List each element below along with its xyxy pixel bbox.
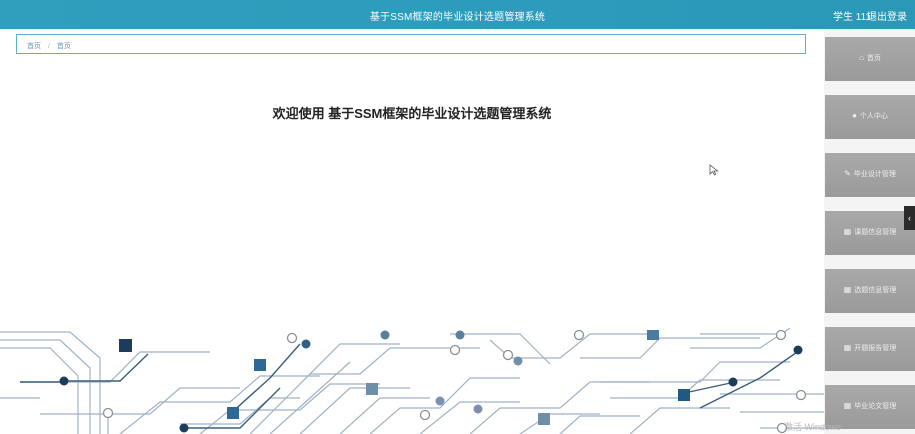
breadcrumb: 首页 / 首页 bbox=[16, 34, 806, 54]
welcome-heading: 欢迎使用 基于SSM框架的毕业设计选题管理系统 bbox=[272, 106, 552, 121]
top-bar: 基于SSM框架的毕业设计选题管理系统 学生 111 退出登录 bbox=[0, 0, 915, 29]
menu-item-label: 开题报告管理 bbox=[854, 345, 897, 352]
menu-item-label: 毕业论文管理 bbox=[854, 403, 897, 410]
menu-item-label: 选题信息管理 bbox=[854, 287, 897, 294]
app-title: 基于SSM框架的毕业设计选题管理系统 bbox=[369, 12, 546, 23]
grid-icon: ▦ bbox=[843, 401, 852, 410]
grid-icon: ▦ bbox=[843, 285, 852, 294]
home-icon: ⌂ bbox=[859, 53, 864, 62]
menu-item-home[interactable]: ⌂ 首页 bbox=[825, 37, 915, 81]
grid-icon: ▦ bbox=[843, 343, 852, 352]
menu-item-proposal-report[interactable]: ▦ 开题报告管理 bbox=[825, 327, 915, 371]
grid-icon: ▦ bbox=[843, 227, 852, 236]
menu-item-label: 首页 bbox=[866, 55, 881, 62]
person-icon: ● bbox=[852, 111, 857, 120]
side-menu: ⌂ 首页 ● 个人中心 ✎ 毕业设计管理 ▦ 课题信息管理 ▦ 选题信息管理 ▦ 开题报告管… bbox=[824, 29, 915, 434]
app-page: 基于SSM框架的毕业设计选题管理系统 学生 111 退出登录 首页 / 首页 欢… bbox=[0, 0, 915, 434]
menu-item-graduation-design[interactable]: ✎ 毕业设计管理 bbox=[825, 153, 915, 197]
menu-item-label: 个人中心 bbox=[859, 113, 888, 120]
menu-item-selection-info[interactable]: ▦ 选题信息管理 bbox=[825, 269, 915, 313]
breadcrumb-home-link[interactable]: 首页 bbox=[27, 43, 41, 50]
mouse-cursor-icon bbox=[709, 164, 719, 176]
windows-activation-watermark: 激活 Windows bbox=[783, 422, 841, 432]
menu-item-topic-info[interactable]: ▦ 课题信息管理 bbox=[825, 211, 915, 255]
menu-item-label: 毕业设计管理 bbox=[853, 171, 896, 178]
menu-item-profile[interactable]: ● 个人中心 bbox=[825, 95, 915, 139]
chevron-left-icon: ‹ bbox=[908, 213, 911, 223]
menu-item-label: 课题信息管理 bbox=[854, 229, 897, 236]
sidebar-toggle-button[interactable]: ‹ bbox=[904, 206, 915, 230]
breadcrumb-current[interactable]: 首页 bbox=[57, 43, 71, 50]
breadcrumb-separator: / bbox=[47, 43, 50, 50]
doc-icon: ✎ bbox=[844, 169, 851, 178]
logout-link[interactable]: 退出登录 bbox=[867, 8, 907, 23]
circuit-decoration bbox=[0, 327, 824, 434]
user-label: 学生 111 bbox=[833, 12, 871, 23]
